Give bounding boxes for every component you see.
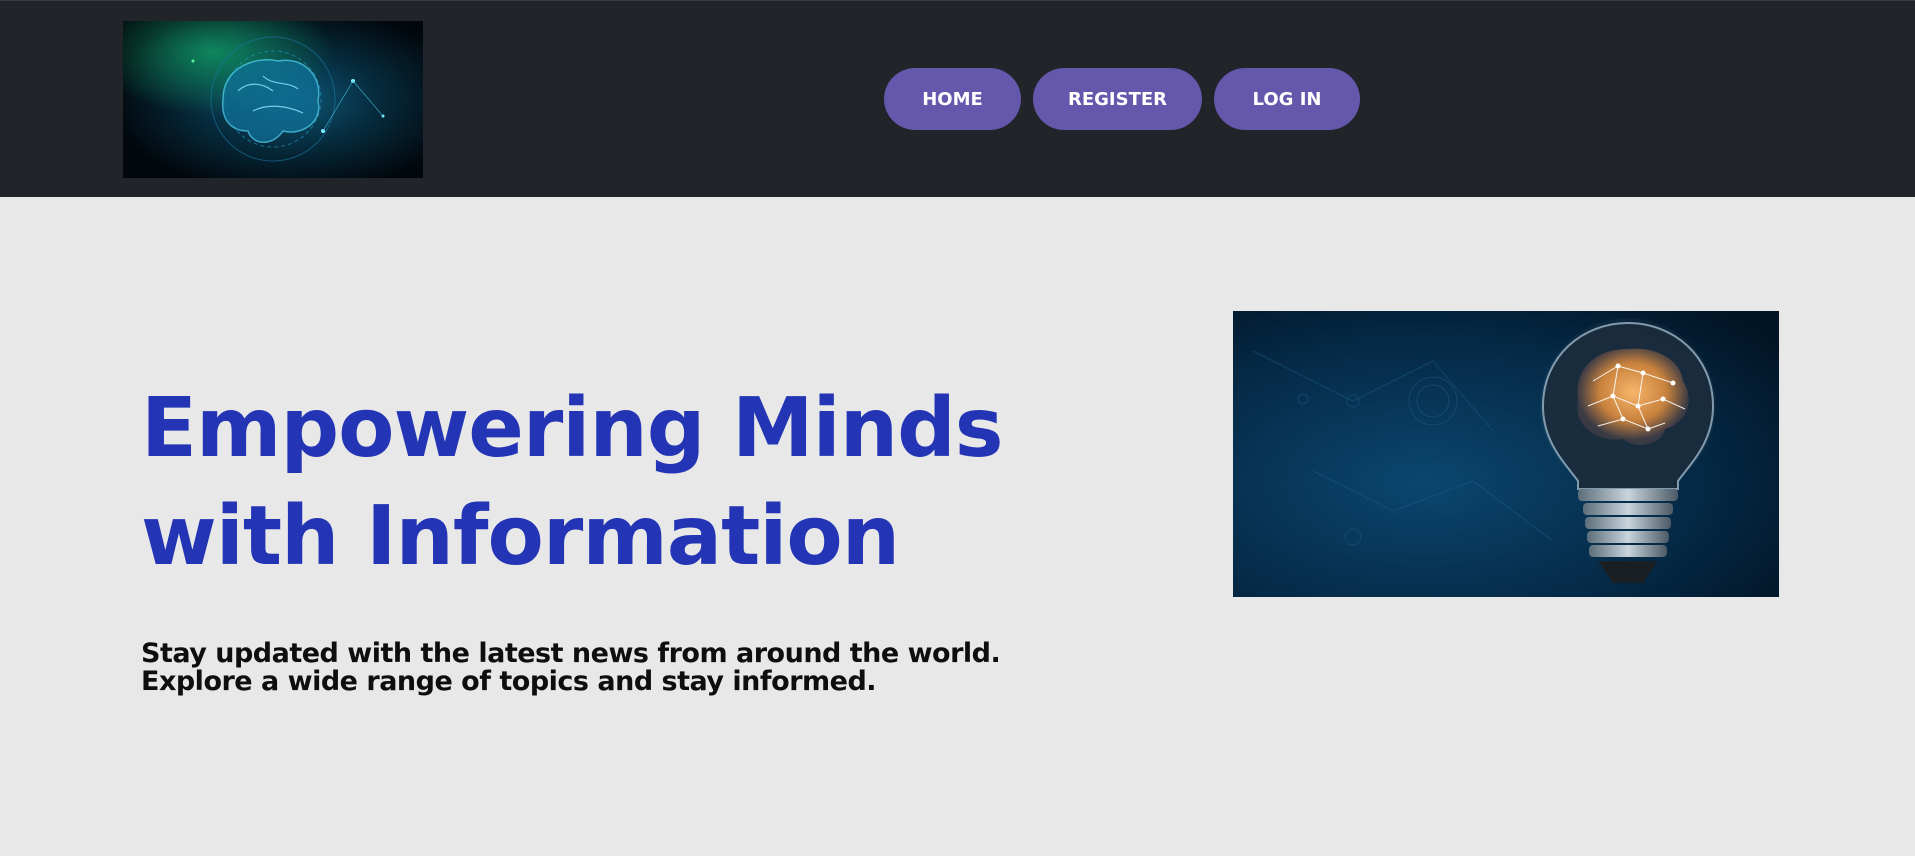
hero-subtitle-line2: Explore a wide range of topics and stay … <box>141 666 877 697</box>
hero-title-line1: Empowering Minds <box>141 381 1004 476</box>
lightbulb-brain-icon <box>1233 311 1779 597</box>
hero-title: Empowering Minds with Information <box>141 375 1101 591</box>
nav-register-button[interactable]: REGISTER <box>1033 68 1202 130</box>
hero-subtitle-line1: Stay updated with the latest news from a… <box>141 638 1001 669</box>
nav-login-button[interactable]: LOG IN <box>1214 68 1360 130</box>
nav-home-button[interactable]: HOME <box>884 68 1021 130</box>
hero-subtitle: Stay updated with the latest news from a… <box>141 640 1101 696</box>
header-top-border <box>0 0 1915 1</box>
hero-title-line2: with Information <box>141 489 900 584</box>
main-nav: HOME REGISTER LOG IN <box>0 68 1915 130</box>
site-header: HOME REGISTER LOG IN <box>0 0 1915 197</box>
